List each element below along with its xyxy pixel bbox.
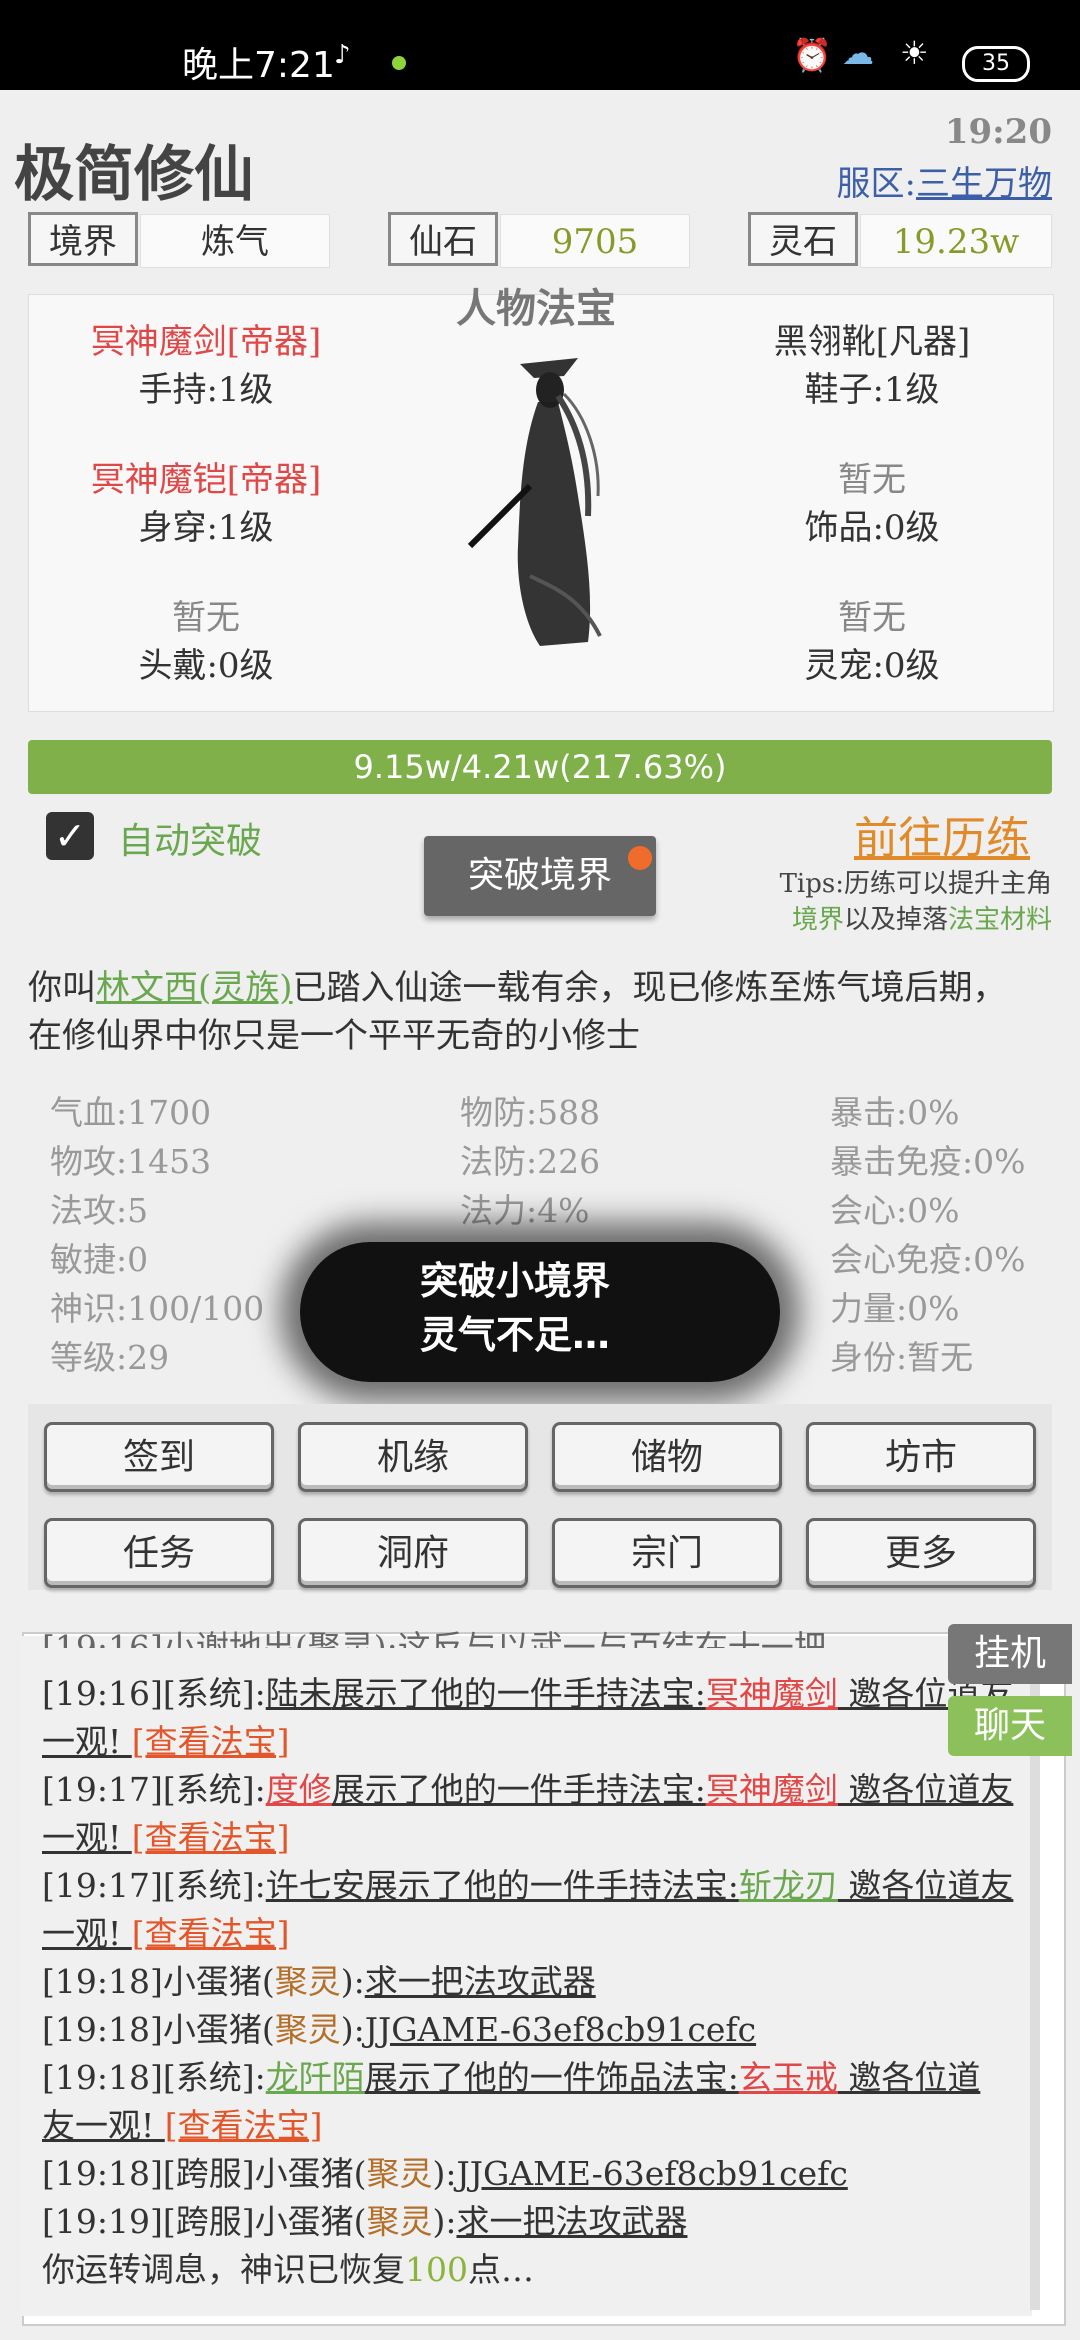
equip-name: 冥神魔铠[帝器]	[90, 460, 322, 500]
fortune-button[interactable]: 机缘	[298, 1422, 528, 1492]
realm-value: 炼气	[140, 214, 330, 268]
equip-slot-label: 鞋子:1级	[804, 370, 940, 410]
stat-item: 敏捷:0	[50, 1240, 149, 1279]
equip-slot-label: 身穿:1级	[138, 508, 274, 548]
stat-item: 法力:4%	[460, 1191, 590, 1230]
chat-line: [19:17][系统]:许七安展示了他的一件手持法宝:斩龙刃 邀各位道友 一观!…	[42, 1866, 1014, 1953]
equip-slot-shoes[interactable]: 黑翎靴[凡器] 鞋子:1级	[732, 318, 1012, 414]
chat-line: 你运转调息，神识已恢复100点…	[42, 2250, 534, 2289]
notification-dot	[628, 846, 652, 870]
game-title: 极简修仙	[14, 140, 254, 210]
market-button[interactable]: 坊市	[806, 1422, 1036, 1492]
goto-training-link[interactable]: 前往历练	[854, 802, 1030, 866]
stat-item: 会心免疫:0%	[830, 1240, 1026, 1279]
equip-slot-accessory[interactable]: 暂无 饰品:0级	[732, 456, 1012, 552]
stats-column-3: 暴击:0% 暴击免疫:0% 会心:0% 会心免疫:0% 力量:0% 身份:暂无	[830, 1086, 1025, 1380]
stat-item: 气血:1700	[50, 1093, 212, 1132]
equip-slot-hand[interactable]: 冥神魔剑[帝器] 手持:1级	[66, 318, 346, 414]
tiktok-icon: ♪	[334, 40, 351, 70]
break-realm-button[interactable]: 突破境界	[424, 836, 656, 916]
stat-item: 物攻:1453	[50, 1142, 212, 1181]
equip-name: 冥神魔剑[帝器]	[90, 322, 322, 362]
view-treasure-link[interactable]: [查看法宝]	[132, 1914, 290, 1953]
sect-button[interactable]: 宗门	[552, 1518, 782, 1588]
chat-line: [19:18][跨服]小蛋猪(聚灵):JJGAME-63ef8cb91cefc	[42, 2154, 848, 2193]
training-tips: Tips:历练可以提升主角 境界以及掉落法宝材料	[780, 866, 1052, 938]
chat-line: [19:16][系统]:陆未展示了他的一件手持法宝:冥神魔剑 邀各位道友 一观!…	[42, 1674, 1014, 1761]
equip-slot-body[interactable]: 冥神魔铠[帝器] 身穿:1级	[66, 456, 346, 552]
equip-slot-label: 灵宠:0级	[804, 646, 940, 686]
alarm-icon: ⏰	[792, 36, 832, 74]
xianshi-label: 仙石	[388, 212, 498, 266]
equip-slot-label: 头戴:0级	[138, 646, 274, 686]
stat-item: 力量:0%	[830, 1289, 960, 1328]
tips-line2: 境界以及掉落法宝材料	[791, 905, 1052, 935]
stat-item: 会心:0%	[830, 1191, 960, 1230]
xianshi-value: 9705	[500, 214, 690, 268]
lingshi-value: 19.23w	[860, 214, 1052, 268]
chat-line: [19:18]小蛋猪(聚灵):求一把法攻武器	[42, 1962, 596, 2001]
stat-item: 暴击:0%	[830, 1093, 960, 1132]
stat-item: 身份:暂无	[830, 1338, 974, 1377]
cave-button[interactable]: 洞府	[298, 1518, 528, 1588]
chat-line: [19:18][系统]:龙阡陌展示了他的一件饰品法宝:玄玉戒 邀各位道 友一观!…	[42, 2058, 981, 2145]
character-description: 你叫林文西(灵族)已踏入仙途一载有余，现已修炼至炼气境后期， 在修仙界中你只是一…	[28, 968, 1007, 1056]
character-figure	[467, 358, 602, 646]
stats-column-1: 气血:1700 物攻:1453 法攻:5 敏捷:0 神识:100/100 等级:29	[50, 1086, 264, 1380]
storage-button[interactable]: 储物	[552, 1422, 782, 1492]
realm-label: 境界	[28, 212, 138, 266]
stat-item: 法攻:5	[50, 1191, 149, 1230]
auto-break-checkbox[interactable]: ✓	[46, 812, 94, 860]
server-name[interactable]: 三生万物	[916, 164, 1052, 204]
equip-slot-pet[interactable]: 暂无 灵宠:0级	[732, 594, 1012, 690]
stat-item: 物防:588	[460, 1093, 601, 1132]
cultivation-progress-bar: 9.15w/4.21w(217.63%)	[28, 740, 1052, 794]
chat-line: [19:18]小蛋猪(聚灵):JJGAME-63ef8cb91cefc	[42, 2010, 757, 2049]
view-treasure-link[interactable]: [查看法宝]	[165, 2106, 323, 2145]
equip-name: 暂无	[172, 598, 240, 638]
server-label: 服区:	[836, 164, 916, 204]
green-dot-icon	[392, 56, 406, 70]
equipment-title: 人物法宝	[456, 285, 616, 332]
equip-slot-label: 饰品:0级	[804, 508, 940, 548]
equip-slot-head[interactable]: 暂无 头戴:0级	[66, 594, 346, 690]
view-treasure-link[interactable]: [查看法宝]	[132, 1722, 290, 1761]
equip-name: 暂无	[838, 598, 906, 638]
sign-in-button[interactable]: 签到	[44, 1422, 274, 1492]
character-name-link[interactable]: 林文西(灵族)	[96, 968, 293, 1008]
game-clock: 19:20	[944, 112, 1052, 152]
stat-item: 神识:100/100	[50, 1289, 265, 1328]
more-button[interactable]: 更多	[806, 1518, 1036, 1588]
server-info[interactable]: 服区:三生万物	[837, 156, 1052, 205]
brightness-icon: ☀	[900, 34, 929, 72]
equip-name: 暂无	[838, 460, 906, 500]
lingshi-label: 灵石	[748, 212, 858, 266]
stat-item: 法防:226	[460, 1142, 601, 1181]
chat-line: [19:17][系统]:度修展示了他的一件手持法宝:冥神魔剑 邀各位道友 一观!…	[42, 1770, 1014, 1857]
battery-icon: 35	[962, 46, 1030, 82]
tips-line1: Tips:历练可以提升主角	[779, 869, 1052, 899]
chat-button[interactable]: 聊天	[948, 1696, 1072, 1756]
stat-item: 暴击免疫:0%	[830, 1142, 1026, 1181]
view-treasure-link[interactable]: [查看法宝]	[132, 1818, 290, 1857]
auto-break-label[interactable]: 自动突破	[118, 812, 262, 864]
equip-name: 黑翎靴[凡器]	[773, 322, 971, 362]
status-time: 晚上7:21	[182, 45, 335, 86]
weather-icon: ☁	[842, 34, 874, 72]
idle-button[interactable]: 挂机	[948, 1624, 1072, 1684]
chat-line-partial: [19:16]小谢地出(聚灵):这反与以武一与百结在十一把	[42, 1628, 827, 1648]
equip-slot-label: 手持:1级	[138, 370, 274, 410]
toast-message: 突破小境界 灵气不足…	[420, 1259, 611, 1357]
stat-item: 等级:29	[50, 1338, 170, 1377]
task-button[interactable]: 任务	[44, 1518, 274, 1588]
chat-line: [19:19][跨服]小蛋猪(聚灵):求一把法攻武器	[42, 2202, 688, 2241]
